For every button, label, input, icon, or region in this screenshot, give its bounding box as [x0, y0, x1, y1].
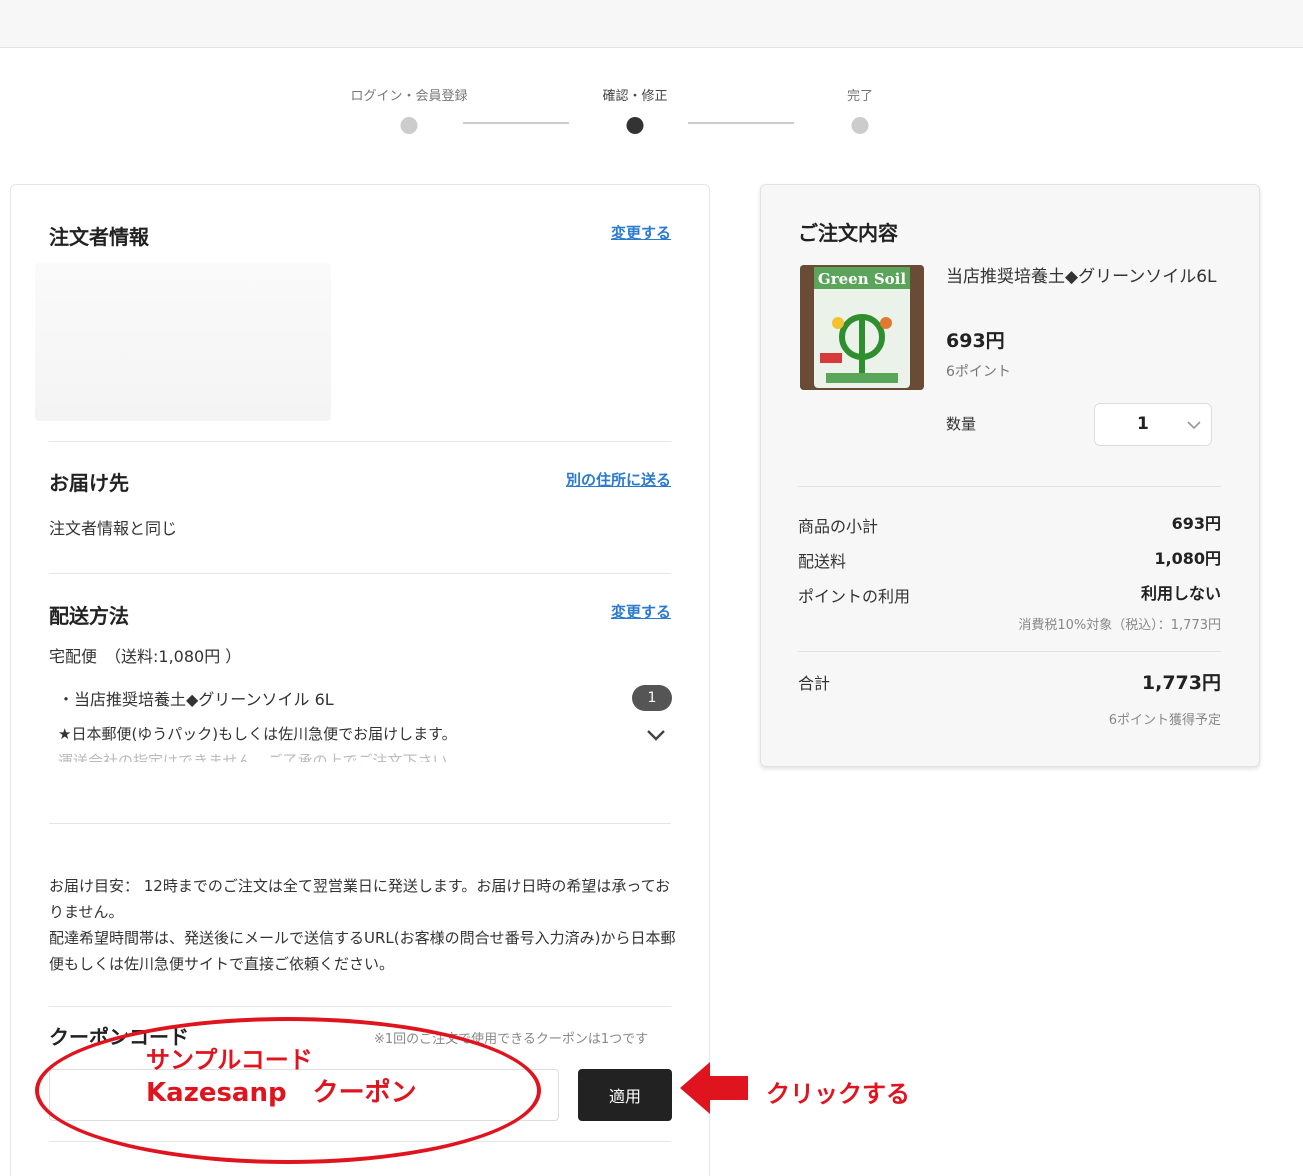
annotation-click-label: クリックする	[766, 1080, 910, 1108]
annotation-sample-code: Kazesanp クーポン	[146, 1078, 417, 1108]
step-dot-complete	[851, 117, 869, 134]
delivery-estimate-line1: お届け目安： 12時までのご注文は全て翌営業日に発送します。お届け日時の希望は承…	[49, 877, 671, 921]
divider	[49, 573, 671, 574]
total-value: 1,773円	[1141, 672, 1221, 694]
step-connector	[463, 122, 569, 124]
orderer-info-redacted	[35, 263, 331, 421]
divider	[798, 651, 1221, 652]
quantity-value: 1	[1137, 414, 1149, 434]
step-dot-login	[400, 117, 418, 134]
divider	[49, 441, 671, 442]
top-bar	[0, 0, 1303, 48]
delivery-estimate-line2: 配達希望時間帯は、発送後にメールで送信するURL(お客様の問合せ番号入力済み)か…	[49, 929, 676, 973]
divider	[49, 823, 671, 824]
shipping-change-link[interactable]: 変更する	[611, 601, 671, 622]
points-usage-label: ポイントの利用	[798, 587, 911, 606]
shipping-fee-value: 1,080円	[1154, 549, 1221, 568]
orderer-change-link[interactable]: 変更する	[611, 222, 671, 243]
orderer-info-title: 注文者情報	[49, 225, 149, 249]
product-name: 当店推奨培養土◆グリーンソイル6L	[946, 267, 1217, 287]
quantity-label: 数量	[946, 415, 977, 433]
product-image: Green Soil	[800, 265, 924, 390]
step-label-confirm: 確認・修正	[602, 89, 668, 104]
divider	[49, 1006, 671, 1007]
delivery-title: お届け先	[49, 471, 129, 495]
shipping-fee-label: 配送料	[798, 552, 847, 571]
shipping-notice: ★日本郵便(ゆうパック)もしくは佐川急便でお届けします。	[58, 725, 457, 743]
chevron-down-icon[interactable]	[645, 726, 667, 744]
points-usage-value: 利用しない	[1140, 584, 1221, 603]
shipping-notice-continued: 運送会社の指定はできません。ご了承の上でご注文下さい。	[58, 752, 463, 762]
shipping-method: 宅配便 （送料:1,080円 ）	[49, 647, 242, 666]
step-dot-confirm	[626, 117, 644, 134]
divider	[798, 486, 1221, 487]
total-label: 合計	[798, 674, 831, 693]
coupon-apply-button[interactable]: 適用	[578, 1069, 672, 1121]
order-summary-title: ご注文内容	[798, 221, 898, 245]
shipping-title: 配送方法	[49, 604, 129, 628]
subtotal-label: 商品の小計	[798, 517, 879, 536]
step-connector	[688, 122, 794, 124]
subtotal-value: 693円	[1171, 514, 1221, 533]
delivery-estimate-note: お届け目安： 12時までのご注文は全て翌営業日に発送します。お届け日時の希望は承…	[49, 873, 679, 977]
step-label-login: ログイン・会員登録	[350, 89, 468, 104]
other-address-link[interactable]: 別の住所に送る	[566, 469, 671, 490]
annotation-sample-label: サンプルコード	[146, 1046, 313, 1074]
step-label-complete: 完了	[846, 89, 874, 104]
shipping-item: ・当店推奨培養土◆グリーンソイル 6L	[58, 690, 334, 709]
product-points: 6ポイント	[946, 364, 1011, 380]
annotation-arrow-icon	[680, 1062, 748, 1114]
product-price: 693円	[946, 330, 1005, 352]
chevron-down-icon	[1187, 421, 1201, 430]
product-image-label: Green Soil	[818, 270, 906, 288]
delivery-value: 注文者情報と同じ	[49, 519, 178, 538]
shipping-item-qty-badge: 1	[632, 685, 672, 711]
tax-note: 消費税10%対象（税込）：1,773円	[1018, 618, 1221, 633]
points-earned: 6ポイント獲得予定	[1108, 713, 1221, 728]
